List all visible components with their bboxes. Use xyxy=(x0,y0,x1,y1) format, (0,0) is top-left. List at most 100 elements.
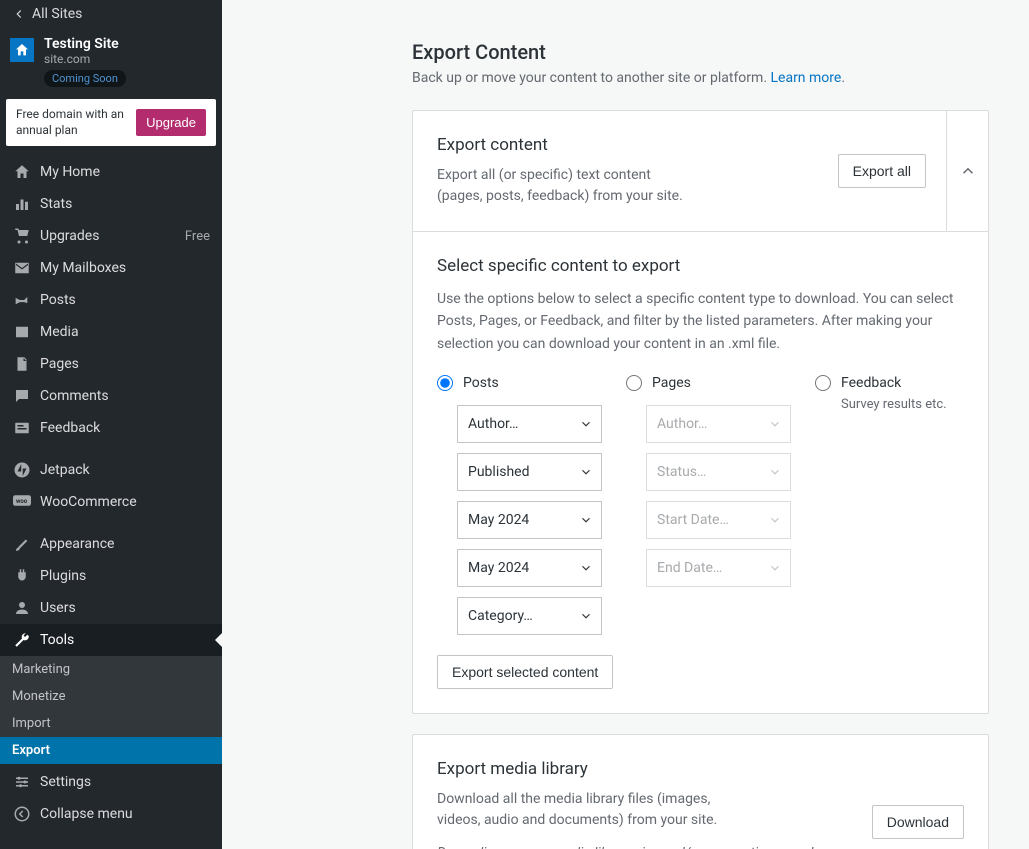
sidebar-item-label: Posts xyxy=(40,292,76,308)
posts-status-select[interactable]: Published xyxy=(457,453,602,491)
chevron-down-icon xyxy=(768,513,782,527)
pages-status-select: Status… xyxy=(646,453,791,491)
feedback-radio[interactable] xyxy=(815,375,831,391)
site-title: Testing Site xyxy=(44,36,126,52)
sidebar-item-label: Settings xyxy=(40,774,91,790)
chevron-down-icon xyxy=(768,465,782,479)
sidebar-item-pages[interactable]: Pages xyxy=(0,348,222,380)
learn-more-link[interactable]: Learn more xyxy=(770,70,841,86)
export-all-button[interactable]: Export all xyxy=(838,154,926,188)
pages-author-select: Author… xyxy=(646,405,791,443)
content-type-feedback: Feedback Survey results etc. xyxy=(815,375,964,645)
posts-start-select[interactable]: May 2024 xyxy=(457,501,602,539)
collapse-icon xyxy=(12,804,32,824)
submenu-export[interactable]: Export xyxy=(0,737,222,764)
sidebar-item-label: WooCommerce xyxy=(40,494,137,510)
content-types-row: Posts Author… Published May 2024 xyxy=(437,375,964,645)
select-specific-desc: Use the options below to select a specif… xyxy=(437,288,964,355)
export-media-card: Export media library Download all the me… xyxy=(412,734,989,849)
submenu-marketing[interactable]: Marketing xyxy=(0,656,222,683)
page-subtitle-text: Back up or move your content to another … xyxy=(412,70,770,86)
all-sites-link[interactable]: All Sites xyxy=(0,0,222,28)
sidebar-item-plugins[interactable]: Plugins xyxy=(0,560,222,592)
sidebar-item-posts[interactable]: Posts xyxy=(0,284,222,316)
select-specific-title: Select specific content to export xyxy=(437,256,964,276)
feedback-subtext: Survey results etc. xyxy=(841,397,964,412)
chevron-down-icon xyxy=(579,561,593,575)
content-type-posts: Posts Author… Published May 2024 xyxy=(437,375,602,645)
sidebar-item-label: Users xyxy=(40,600,76,616)
upgrade-button[interactable]: Upgrade xyxy=(136,109,206,136)
sidebar-item-my-home[interactable]: My Home xyxy=(0,156,222,188)
download-button[interactable]: Download xyxy=(872,805,964,839)
sidebar-item-label: Collapse menu xyxy=(40,806,133,822)
media-desc1: Download all the media library files (im… xyxy=(437,791,710,807)
posts-radio-label[interactable]: Posts xyxy=(437,375,602,391)
main-content: Export Content Back up or move your cont… xyxy=(222,0,1029,849)
site-selector[interactable]: Testing Site site.com Coming Soon xyxy=(0,28,222,89)
sidebar-item-label: Feedback xyxy=(40,420,100,436)
collapse-section-toggle[interactable] xyxy=(946,111,988,231)
page-subtitle: Back up or move your content to another … xyxy=(412,70,989,86)
comments-icon xyxy=(12,386,32,406)
media-icon xyxy=(12,322,32,342)
media-note1: Depending on your media library size and… xyxy=(437,845,816,849)
select-value: Start Date… xyxy=(657,512,729,528)
sidebar-item-woocommerce[interactable]: woo WooCommerce xyxy=(0,486,222,518)
pages-end-select: End Date… xyxy=(646,549,791,587)
export-media-header: Export media library Download all the me… xyxy=(413,735,988,849)
sidebar-item-label: Upgrades xyxy=(40,228,99,244)
pages-start-select: Start Date… xyxy=(646,501,791,539)
sidebar-item-label: Media xyxy=(40,324,79,340)
chevron-up-icon xyxy=(959,162,977,180)
promo-card: Free domain with an annual plan Upgrade xyxy=(6,99,216,146)
pin-icon xyxy=(12,290,32,310)
posts-category-select[interactable]: Category… xyxy=(457,597,602,635)
export-content-body: Select specific content to export Use th… xyxy=(413,232,988,713)
sidebar-item-jetpack[interactable]: Jetpack xyxy=(0,454,222,486)
posts-radio[interactable] xyxy=(437,375,453,391)
sidebar-item-comments[interactable]: Comments xyxy=(0,380,222,412)
stats-icon xyxy=(12,194,32,214)
pages-radio[interactable] xyxy=(626,375,642,391)
select-value: Author… xyxy=(468,416,518,432)
sidebar-item-media[interactable]: Media xyxy=(0,316,222,348)
pages-label-text: Pages xyxy=(652,375,691,391)
home-icon xyxy=(14,42,30,58)
sidebar-item-users[interactable]: Users xyxy=(0,592,222,624)
sidebar-item-mailboxes[interactable]: My Mailboxes xyxy=(0,252,222,284)
export-selected-button[interactable]: Export selected content xyxy=(437,655,613,689)
sidebar-item-label: Appearance xyxy=(40,536,114,552)
sidebar-item-upgrades[interactable]: Upgrades Free xyxy=(0,220,222,252)
select-value: Published xyxy=(468,464,529,480)
posts-end-select[interactable]: May 2024 xyxy=(457,549,602,587)
pages-radio-label[interactable]: Pages xyxy=(626,375,791,391)
feedback-radio-label[interactable]: Feedback xyxy=(815,375,964,391)
sidebar-item-settings[interactable]: Settings xyxy=(0,766,222,798)
sidebar-item-tools[interactable]: Tools xyxy=(0,624,222,656)
chevron-down-icon xyxy=(768,561,782,575)
sidebar-item-label: My Home xyxy=(40,164,100,180)
select-value: End Date… xyxy=(657,560,722,576)
export-content-card: Export content Export all (or specific) … xyxy=(412,110,989,714)
sidebar-item-feedback[interactable]: Feedback xyxy=(0,412,222,444)
users-icon xyxy=(12,598,32,618)
select-value: Category… xyxy=(468,608,533,624)
nav-list-footer: Settings Collapse menu xyxy=(0,766,222,830)
promo-text: Free domain with an annual plan xyxy=(16,107,136,138)
wrench-icon xyxy=(12,630,32,650)
plug-icon xyxy=(12,566,32,586)
chevron-down-icon xyxy=(768,417,782,431)
collapse-menu[interactable]: Collapse menu xyxy=(0,798,222,830)
upgrades-badge: Free xyxy=(185,229,210,244)
sidebar-item-stats[interactable]: Stats xyxy=(0,188,222,220)
sidebar-item-appearance[interactable]: Appearance xyxy=(0,528,222,560)
sidebar-item-label: Stats xyxy=(40,196,72,212)
submenu-import[interactable]: Import xyxy=(0,710,222,737)
submenu-monetize[interactable]: Monetize xyxy=(0,683,222,710)
posts-author-select[interactable]: Author… xyxy=(457,405,602,443)
svg-text:woo: woo xyxy=(16,498,28,505)
site-domain: site.com xyxy=(44,52,126,66)
woocommerce-icon: woo xyxy=(12,492,32,512)
sidebar-item-label: My Mailboxes xyxy=(40,260,126,276)
